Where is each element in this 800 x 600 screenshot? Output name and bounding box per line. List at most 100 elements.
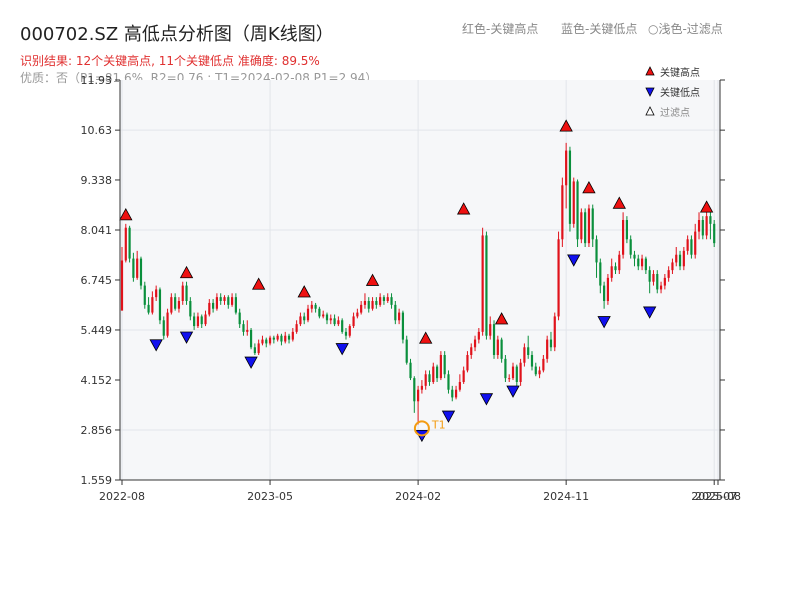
candlestick-chart: T1 11.93 10.63 9.338 8.041 6.745 5.449 4.152 2.… <box>81 66 741 503</box>
candle-body <box>177 301 181 309</box>
y-tick-label: 5.449 <box>81 324 113 337</box>
candle-body <box>333 318 336 325</box>
candle <box>587 204 591 248</box>
candle-body <box>595 239 598 263</box>
candle-body <box>272 337 275 340</box>
legend-filtered-label: 过滤点 <box>660 106 690 119</box>
candle-body <box>306 308 310 321</box>
candle <box>557 231 560 321</box>
candle <box>492 320 496 359</box>
candle-body <box>162 320 165 336</box>
candle <box>143 281 146 309</box>
candle-body <box>451 389 454 398</box>
candle-body <box>675 254 678 263</box>
candle-body <box>223 297 226 302</box>
y-tick-label: 1.559 <box>81 474 113 487</box>
candle <box>405 335 408 365</box>
candle-body <box>382 297 386 302</box>
candle-body <box>246 329 249 332</box>
candle-body <box>212 302 215 309</box>
candle-body <box>291 331 294 340</box>
candle-body <box>629 239 632 255</box>
legend-high-label: 关键高点 <box>660 66 700 79</box>
candle-body <box>603 285 606 302</box>
candle-body <box>136 258 139 278</box>
candle-body <box>447 374 450 390</box>
candle-body <box>584 212 587 244</box>
candle-body <box>139 258 143 286</box>
candle-body <box>185 285 188 302</box>
y-tick-label: 2.856 <box>81 424 113 437</box>
candle-body <box>599 262 602 286</box>
candle-body <box>249 329 253 348</box>
candle <box>443 351 446 379</box>
candle <box>439 351 442 381</box>
candle-body <box>481 235 484 332</box>
candle-body <box>458 381 461 390</box>
candle-body <box>166 312 169 336</box>
candle-body <box>697 220 701 232</box>
candle-body <box>424 374 427 386</box>
candle-body <box>147 304 150 313</box>
candle-body <box>523 347 526 363</box>
x-tick-label: 2022-08 <box>99 490 145 503</box>
candle-body <box>656 274 659 290</box>
candle <box>625 216 628 244</box>
candle-body <box>618 254 621 271</box>
candle-body <box>637 258 640 267</box>
candle-body <box>318 308 321 317</box>
candle <box>546 335 549 363</box>
candle <box>128 225 131 263</box>
candle <box>401 310 405 344</box>
candle-body <box>690 239 693 255</box>
candle-body <box>565 150 568 186</box>
candle <box>158 287 162 325</box>
candle-body <box>492 324 496 355</box>
candle-body <box>242 324 245 332</box>
candle-body <box>508 378 511 380</box>
candle <box>713 220 716 248</box>
candle-body <box>454 389 458 398</box>
candle-body <box>284 335 287 342</box>
candle-body <box>227 297 230 305</box>
candle <box>124 223 127 263</box>
y-tick-label: 8.041 <box>81 224 113 237</box>
candle-body <box>413 378 416 402</box>
candle-body <box>553 316 556 348</box>
x-tick-label: 2023-05 <box>247 490 293 503</box>
candle-body <box>158 289 162 321</box>
candle-body <box>470 347 473 355</box>
x-tick-label: 2024-02 <box>395 490 441 503</box>
candle-body <box>511 366 515 379</box>
candle-body <box>303 316 306 321</box>
candle-body <box>576 181 579 240</box>
candle-body <box>546 339 549 359</box>
candle-body <box>348 326 351 336</box>
candle-body <box>268 337 272 344</box>
candle-body <box>587 208 591 244</box>
candle-body <box>659 285 663 290</box>
candle-body <box>530 354 534 367</box>
candle-body <box>170 297 173 313</box>
candle-body <box>367 301 370 309</box>
candle-body <box>253 347 256 354</box>
candle-body <box>538 370 541 375</box>
candle-body <box>652 274 655 282</box>
candle-body <box>310 304 313 309</box>
candle-body <box>417 389 420 402</box>
candle <box>584 208 587 248</box>
candle-body <box>633 254 636 259</box>
candle <box>580 208 583 244</box>
candle-body <box>405 339 408 363</box>
candle-body <box>219 297 222 302</box>
candle <box>485 231 488 340</box>
candle-body <box>489 324 492 336</box>
candle-body <box>504 358 507 379</box>
candle-body <box>621 220 625 255</box>
candle <box>166 308 169 338</box>
candle-body <box>561 185 564 240</box>
candle-body <box>439 354 442 379</box>
y-tick-label: 10.63 <box>81 124 113 137</box>
candle-body <box>299 316 302 325</box>
legend-high-marker-icon <box>645 66 655 76</box>
